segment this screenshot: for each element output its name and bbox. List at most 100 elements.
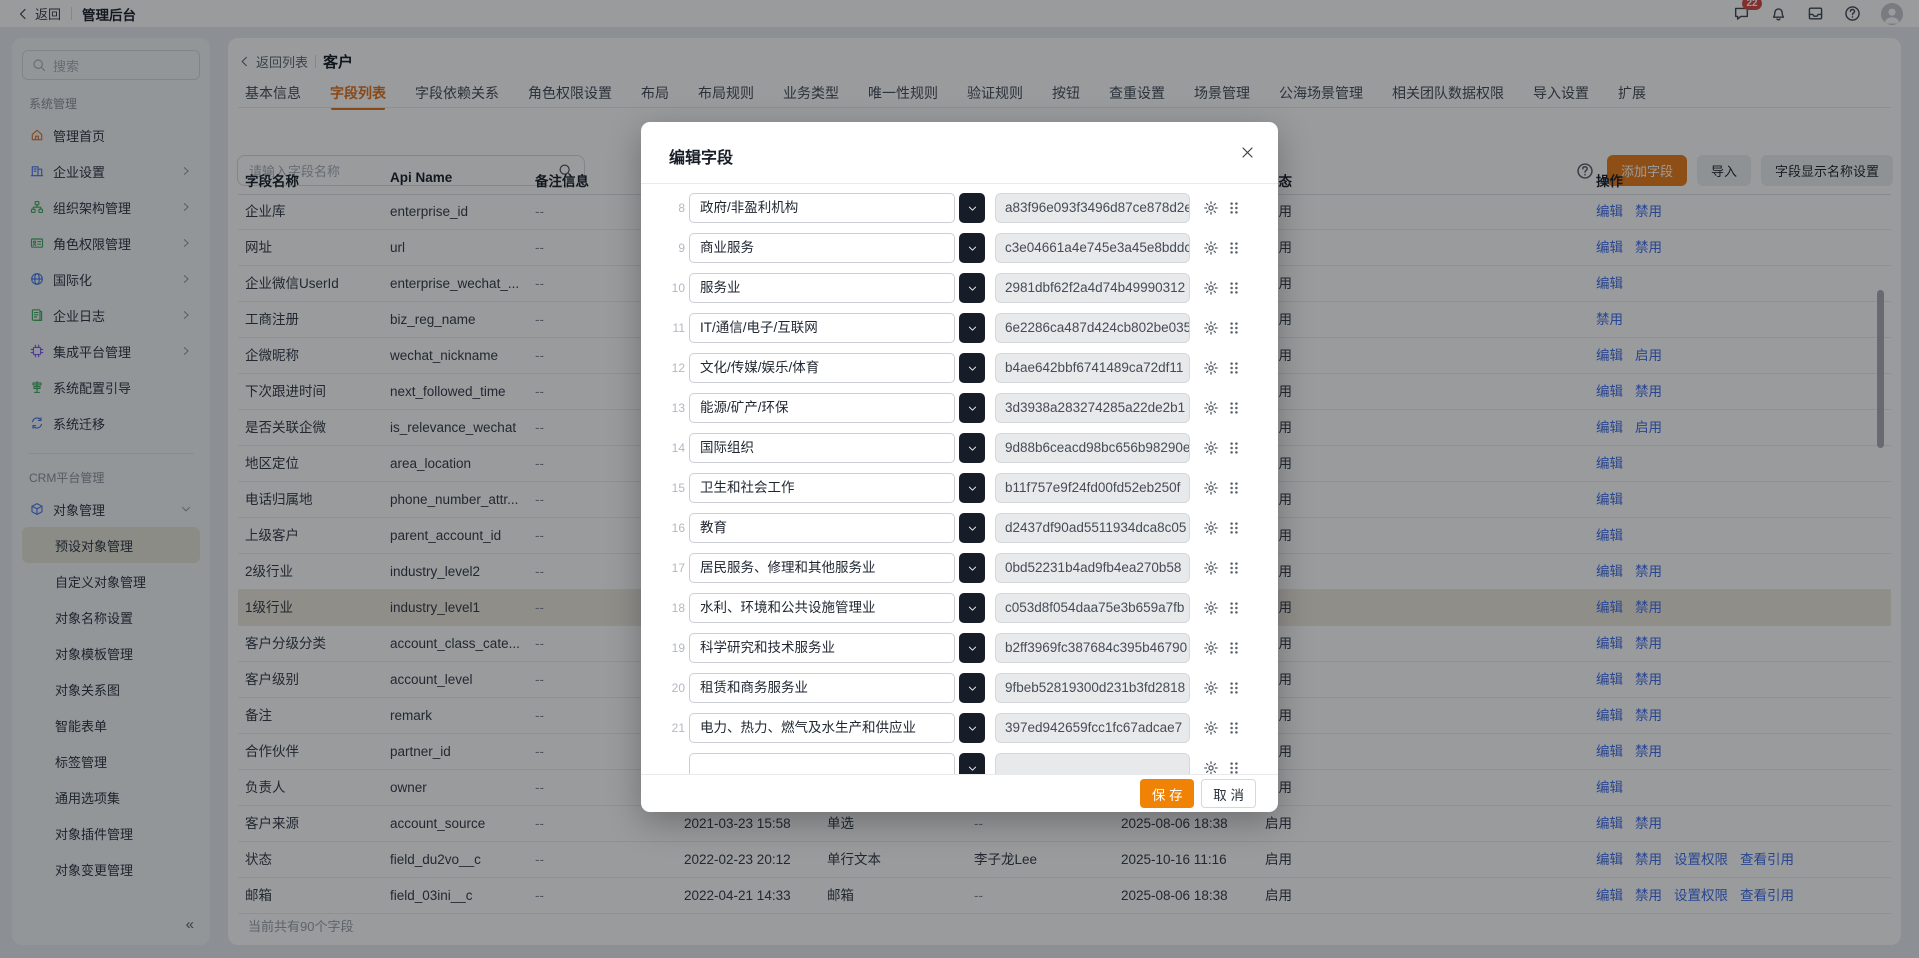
option-type-dropdown[interactable] (959, 433, 985, 463)
option-label-input[interactable] (689, 753, 955, 774)
drag-handle-icon[interactable] (1227, 201, 1241, 215)
option-label-input[interactable]: 水利、环境和公共设施管理业 (689, 593, 955, 623)
option-label-input[interactable]: IT/通信/电子/互联网 (689, 313, 955, 343)
option-index: 11 (655, 313, 685, 343)
gear-icon[interactable] (1203, 440, 1219, 456)
option-type-dropdown[interactable] (959, 713, 985, 743)
gear-icon[interactable] (1203, 200, 1219, 216)
option-type-dropdown[interactable] (959, 673, 985, 703)
drag-handle-icon[interactable] (1227, 521, 1241, 535)
drag-handle-icon[interactable] (1227, 561, 1241, 575)
option-type-dropdown[interactable] (959, 193, 985, 223)
option-value-input[interactable]: b4ae642bbf6741489ca72df11 (995, 353, 1190, 383)
cancel-button[interactable]: 取 消 (1201, 779, 1256, 808)
gear-icon[interactable] (1203, 640, 1219, 656)
option-label-input[interactable]: 居民服务、修理和其他服务业 (689, 553, 955, 583)
option-index: 18 (655, 593, 685, 623)
drag-handle-icon[interactable] (1227, 721, 1241, 735)
drag-handle-icon[interactable] (1227, 601, 1241, 615)
option-label-input[interactable]: 卫生和社会工作 (689, 473, 955, 503)
drag-handle-icon[interactable] (1227, 761, 1241, 774)
gear-icon[interactable] (1203, 280, 1219, 296)
drag-handle-icon[interactable] (1227, 281, 1241, 295)
gear-icon[interactable] (1203, 400, 1219, 416)
gear-icon[interactable] (1203, 480, 1219, 496)
option-value-input[interactable]: 9fbeb52819300d231b3fd2818 (995, 673, 1190, 703)
option-value-input[interactable]: b11f757e9f24fd00fd52eb250f (995, 473, 1190, 503)
option-index: 13 (655, 393, 685, 423)
gear-icon[interactable] (1203, 240, 1219, 256)
option-index: 8 (655, 193, 685, 223)
option-type-dropdown[interactable] (959, 513, 985, 543)
drag-handle-icon[interactable] (1227, 681, 1241, 695)
option-index: 10 (655, 273, 685, 303)
gear-icon[interactable] (1203, 360, 1219, 376)
option-type-dropdown[interactable] (959, 633, 985, 663)
drag-handle-icon[interactable] (1227, 321, 1241, 335)
option-value-input[interactable]: 0bd52231b4ad9fb4ea270b58 (995, 553, 1190, 583)
option-row: 11IT/通信/电子/互联网 6e2286ca487d424cb802be035 (641, 313, 1278, 343)
option-value-input[interactable]: 9d88b6ceacd98bc656b98290e (995, 433, 1190, 463)
gear-icon[interactable] (1203, 720, 1219, 736)
option-type-dropdown[interactable] (959, 473, 985, 503)
option-row: 10服务业 2981dbf62f2a4d74b49990312 (641, 273, 1278, 303)
drag-handle-icon[interactable] (1227, 441, 1241, 455)
drag-handle-icon[interactable] (1227, 641, 1241, 655)
option-row: 16教育d2437df90ad5511934dca8c05 (641, 513, 1278, 543)
option-value-input[interactable]: d2437df90ad5511934dca8c05 (995, 513, 1190, 543)
option-index: 12 (655, 353, 685, 383)
option-row: 14国际组织9d88b6ceacd98bc656b98290e (641, 433, 1278, 463)
option-value-input[interactable]: c053d8f054daa75e3b659a7fb (995, 593, 1190, 623)
option-row: 13能源/矿产/环保 3d3938a283274285a22de2b1 (641, 393, 1278, 423)
save-button[interactable]: 保 存 (1140, 779, 1194, 808)
option-label-input[interactable]: 科学研究和技术服务业 (689, 633, 955, 663)
drag-handle-icon[interactable] (1227, 401, 1241, 415)
option-row: 18水利、环境和公共设施管理业 c053d8f054daa75e3b659a7fb (641, 593, 1278, 623)
option-label-input[interactable]: 租赁和商务服务业 (689, 673, 955, 703)
option-type-dropdown[interactable] (959, 273, 985, 303)
option-value-input[interactable] (995, 753, 1190, 774)
option-value-input[interactable]: 6e2286ca487d424cb802be035 (995, 313, 1190, 343)
gear-icon[interactable] (1203, 760, 1219, 774)
option-index: 20 (655, 673, 685, 703)
gear-icon[interactable] (1203, 600, 1219, 616)
option-label-input[interactable]: 教育 (689, 513, 955, 543)
modal-footer: 保 存 取 消 (641, 774, 1278, 812)
edit-field-modal: 编辑字段 8政府/非盈利机构 a83f96e093f3496d87ce878d2e… (641, 122, 1278, 812)
option-value-input[interactable]: 397ed942659fcc1fc67adcae7 (995, 713, 1190, 743)
option-row: 21电力、热力、燃气及水生产和供应业 397ed942659fcc1fc67adc… (641, 713, 1278, 743)
option-type-dropdown[interactable] (959, 753, 985, 774)
option-value-input[interactable]: b2ff3969fc387684c395b46790 (995, 633, 1190, 663)
option-type-dropdown[interactable] (959, 593, 985, 623)
option-label-input[interactable]: 政府/非盈利机构 (689, 193, 955, 223)
option-index: 15 (655, 473, 685, 503)
option-row: 15卫生和社会工作 b11f757e9f24fd00fd52eb250f (641, 473, 1278, 503)
option-value-input[interactable]: c3e04661a4e745e3a45e8bddc (995, 233, 1190, 263)
close-icon[interactable] (1240, 145, 1255, 160)
option-label-input[interactable]: 能源/矿产/环保 (689, 393, 955, 423)
option-label-input[interactable]: 电力、热力、燃气及水生产和供应业 (689, 713, 955, 743)
gear-icon[interactable] (1203, 520, 1219, 536)
option-type-dropdown[interactable] (959, 393, 985, 423)
option-type-dropdown[interactable] (959, 353, 985, 383)
modal-header: 编辑字段 (641, 122, 1278, 184)
option-type-dropdown[interactable] (959, 313, 985, 343)
option-value-input[interactable]: 2981dbf62f2a4d74b49990312 (995, 273, 1190, 303)
option-label-input[interactable]: 服务业 (689, 273, 955, 303)
option-index: 9 (655, 233, 685, 263)
option-value-input[interactable]: a83f96e093f3496d87ce878d2e (995, 193, 1190, 223)
gear-icon[interactable] (1203, 680, 1219, 696)
option-label-input[interactable]: 文化/传媒/娱乐/体育 (689, 353, 955, 383)
drag-handle-icon[interactable] (1227, 481, 1241, 495)
option-label-input[interactable]: 国际组织 (689, 433, 955, 463)
drag-handle-icon[interactable] (1227, 241, 1241, 255)
option-type-dropdown[interactable] (959, 233, 985, 263)
gear-icon[interactable] (1203, 320, 1219, 336)
drag-handle-icon[interactable] (1227, 361, 1241, 375)
gear-icon[interactable] (1203, 560, 1219, 576)
option-index: 21 (655, 713, 685, 743)
option-label-input[interactable]: 商业服务 (689, 233, 955, 263)
option-value-input[interactable]: 3d3938a283274285a22de2b1 (995, 393, 1190, 423)
option-row: 8政府/非盈利机构 a83f96e093f3496d87ce878d2e (641, 193, 1278, 223)
option-type-dropdown[interactable] (959, 553, 985, 583)
